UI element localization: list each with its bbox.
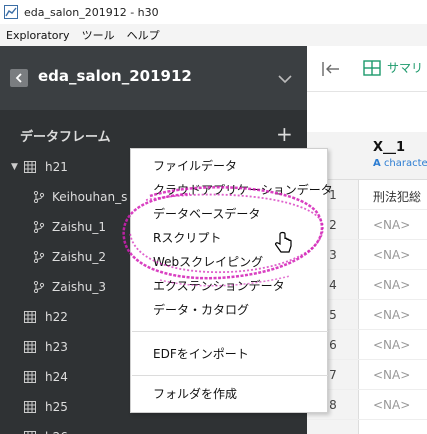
menu-item-data-catalog[interactable]: データ・カタログ <box>153 301 249 318</box>
menu-item-r-script[interactable]: Rスクリプト <box>153 229 221 246</box>
cell-value: <NA> <box>373 278 411 292</box>
project-name[interactable]: eda_salon_201912 <box>38 67 192 85</box>
collapse-sidebar-icon[interactable] <box>321 60 341 78</box>
sidebar-item-h26[interactable]: h26 <box>0 422 307 434</box>
add-data-context-menu: ファイルデータ クラウドアプリケーションデータ データベースデータ Rスクリプト… <box>130 148 333 413</box>
cell-value: <NA> <box>373 368 411 382</box>
summary-tab[interactable]: サマリ <box>387 59 423 76</box>
add-dataframe-button[interactable]: + <box>276 122 293 146</box>
cell-value: <NA> <box>373 248 411 262</box>
menu-item-import-edf[interactable]: EDFをインポート <box>153 345 249 362</box>
branch-icon <box>33 281 45 293</box>
character-type-icon: A <box>373 158 381 169</box>
branch-icon <box>33 221 45 233</box>
menu-tools[interactable]: ツール <box>76 27 121 43</box>
summary-grid-icon[interactable] <box>363 60 381 76</box>
sidebar-item-label: h25 <box>45 400 68 414</box>
table-icon <box>24 371 36 383</box>
menu-separator <box>132 375 328 376</box>
table-icon <box>24 401 36 413</box>
cell-value: <NA> <box>373 308 411 322</box>
table-icon <box>24 161 36 173</box>
sidebar-item-label: h23 <box>45 340 68 354</box>
menu-item-extension-data[interactable]: エクステンションデータ <box>153 277 285 294</box>
menu-bar: Exploratory ツール ヘルプ <box>0 24 427 46</box>
app-icon <box>4 5 18 19</box>
sidebar-item-label: Zaishu_2 <box>52 250 107 264</box>
chevron-down-icon[interactable] <box>276 70 294 88</box>
sidebar-item-label: h24 <box>45 370 68 384</box>
expand-caret-icon[interactable]: ▼ <box>11 162 18 172</box>
title-bar: eda_salon_201912 - h30 <box>0 0 427 24</box>
menu-exploratory[interactable]: Exploratory <box>0 29 76 42</box>
sidebar-item-label: Keihouhan_s <box>52 190 128 204</box>
column-header-name[interactable]: X__1 <box>373 140 405 155</box>
menu-item-database-data[interactable]: データベースデータ <box>153 205 260 222</box>
menu-item-file-data[interactable]: ファイルデータ <box>153 157 237 174</box>
sidebar-item-label: h21 <box>45 160 68 174</box>
cell-value: 刑法犯総 <box>373 190 422 204</box>
menu-item-cloud-app-data[interactable]: クラウドアプリケーションデータ <box>153 181 333 198</box>
cell-value: <NA> <box>373 398 411 412</box>
cell-value: <NA> <box>373 218 411 232</box>
cell-value: <NA> <box>373 338 411 352</box>
column-type-label: A character <box>373 158 427 169</box>
menu-separator <box>132 331 328 332</box>
sidebar-item-label: Zaishu_3 <box>52 280 107 294</box>
menu-help[interactable]: ヘルプ <box>121 27 166 43</box>
window-title: eda_salon_201912 - h30 <box>24 5 159 19</box>
sidebar-item-label: h22 <box>45 310 68 324</box>
branch-icon <box>33 191 45 203</box>
menu-item-create-folder[interactable]: フォルダを作成 <box>153 385 237 402</box>
sidebar-item-label: h26 <box>45 430 68 434</box>
table-icon <box>24 341 36 353</box>
dataframe-section-title: データフレーム <box>20 130 111 145</box>
column-type-text: character <box>383 158 427 169</box>
back-button[interactable] <box>10 69 28 87</box>
branch-icon <box>33 251 45 263</box>
chevron-left-icon <box>15 73 22 83</box>
sidebar-item-label: Zaishu_1 <box>52 220 107 234</box>
toolbar: サマリ <box>307 46 427 92</box>
project-header: eda_salon_201912 <box>0 46 307 110</box>
menu-item-web-scraping[interactable]: Webスクレイピング <box>153 253 263 270</box>
table-icon <box>24 311 36 323</box>
